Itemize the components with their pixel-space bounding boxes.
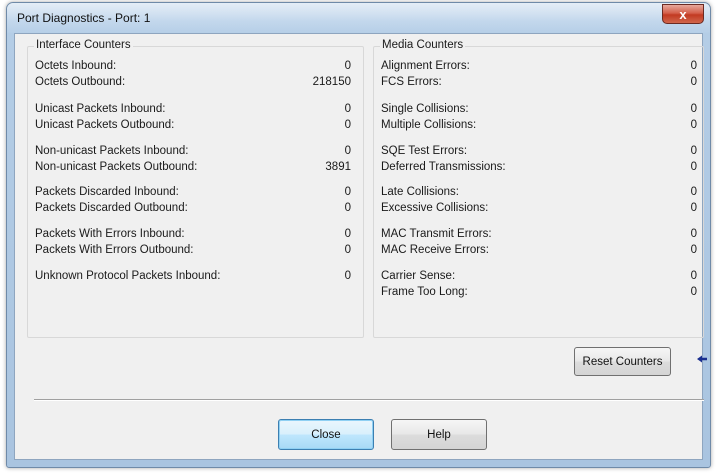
counter-row: Octets Outbound: 218150 [35,75,351,90]
dialog-body: Interface Counters Octets Inbound: 0 Oct… [14,33,707,460]
counter-label: Deferred Transmissions: [381,161,506,173]
port-diagnostics-dialog: Port Diagnostics - Port: 1 x Interface C… [6,2,711,468]
counter-value: 0 [344,186,351,198]
counter-row: Packets With Errors Outbound: 0 [35,243,351,258]
counter-value: 218150 [312,76,351,88]
counter-row: Packets With Errors Inbound: 0 [35,227,351,242]
counter-value: 0 [690,286,697,298]
counter-row: Deferred Transmissions: 0 [381,160,697,175]
counter-row: Unicast Packets Inbound: 0 [35,102,351,117]
counter-label: Packets With Errors Outbound: [35,244,194,256]
counter-label: Late Collisions: [381,186,459,198]
counter-label: Alignment Errors: [381,60,470,72]
close-icon: x [679,6,687,22]
counter-value: 0 [344,244,351,256]
counter-label: Non-unicast Packets Inbound: [35,145,189,157]
counter-label: Frame Too Long: [381,286,468,298]
counter-label: FCS Errors: [381,76,442,88]
close-button[interactable]: Close [278,419,374,450]
counter-value: 0 [344,60,351,72]
counter-label: Unknown Protocol Packets Inbound: [35,270,221,282]
counter-value: 0 [344,119,351,131]
counter-value: 0 [690,228,697,240]
counter-value: 0 [690,60,697,72]
counter-value: 0 [690,161,697,173]
counter-label: Octets Outbound: [35,76,126,88]
counter-row: Unicast Packets Outbound: 0 [35,118,351,133]
counter-row: Unknown Protocol Packets Inbound: 0 [35,269,351,284]
counter-row: SQE Test Errors: 0 [381,144,697,159]
counter-label: Single Collisions: [381,103,469,115]
counter-value: 0 [690,145,697,157]
title-bar[interactable]: Port Diagnostics - Port: 1 x [7,3,710,33]
counter-value: 3891 [325,161,351,173]
counter-row: FCS Errors: 0 [381,75,697,90]
counter-value: 0 [690,270,697,282]
counter-label: Packets Discarded Inbound: [35,186,179,198]
counter-row: MAC Transmit Errors: 0 [381,227,697,242]
counter-value: 0 [690,76,697,88]
counter-value: 0 [344,228,351,240]
counter-label: MAC Receive Errors: [381,244,489,256]
counter-value: 0 [344,145,351,157]
counter-value: 0 [690,103,697,115]
counter-label: Unicast Packets Inbound: [35,103,166,115]
interface-counters-legend: Interface Counters [34,39,133,51]
counter-label: Octets Inbound: [35,60,117,72]
counter-row: Alignment Errors: 0 [381,59,697,74]
window-title: Port Diagnostics - Port: 1 [17,11,151,25]
counter-value: 0 [690,244,697,256]
counter-label: MAC Transmit Errors: [381,228,492,240]
counter-label: Packets With Errors Inbound: [35,228,185,240]
counter-row: Multiple Collisions: 0 [381,118,697,133]
counter-row: Late Collisions: 0 [381,185,697,200]
counter-label: Carrier Sense: [381,270,456,282]
counter-label: Excessive Collisions: [381,202,489,214]
counter-row: Packets Discarded Inbound: 0 [35,185,351,200]
counter-row: MAC Receive Errors: 0 [381,243,697,258]
counter-label: Multiple Collisions: [381,119,477,131]
counter-row: Frame Too Long: 0 [381,285,697,300]
counter-row: Carrier Sense: 0 [381,269,697,284]
reset-counters-button[interactable]: Reset Counters [574,347,671,376]
counter-row: Single Collisions: 0 [381,102,697,117]
counter-value: 0 [690,202,697,214]
help-button[interactable]: Help [391,419,487,450]
counter-value: 0 [344,202,351,214]
counter-row: Non-unicast Packets Inbound: 0 [35,144,351,159]
media-counters-group: Media Counters Alignment Errors: 0 FCS E… [373,39,704,338]
counter-row: Excessive Collisions: 0 [381,201,697,216]
counter-value: 0 [690,186,697,198]
counter-row: Non-unicast Packets Outbound: 3891 [35,160,351,175]
counter-value: 0 [690,119,697,131]
footer-divider [34,399,704,401]
counter-label: Non-unicast Packets Outbound: [35,161,198,173]
counter-label: Packets Discarded Outbound: [35,202,188,214]
counter-value: 0 [344,103,351,115]
counter-label: SQE Test Errors: [381,145,468,157]
counter-value: 0 [344,270,351,282]
counter-label: Unicast Packets Outbound: [35,119,175,131]
counter-row: Packets Discarded Outbound: 0 [35,201,351,216]
counter-row: Octets Inbound: 0 [35,59,351,74]
interface-counters-group: Interface Counters Octets Inbound: 0 Oct… [27,39,364,338]
window-close-button[interactable]: x [662,4,704,24]
media-counters-legend: Media Counters [380,39,466,51]
arrow-left-icon [697,355,707,363]
